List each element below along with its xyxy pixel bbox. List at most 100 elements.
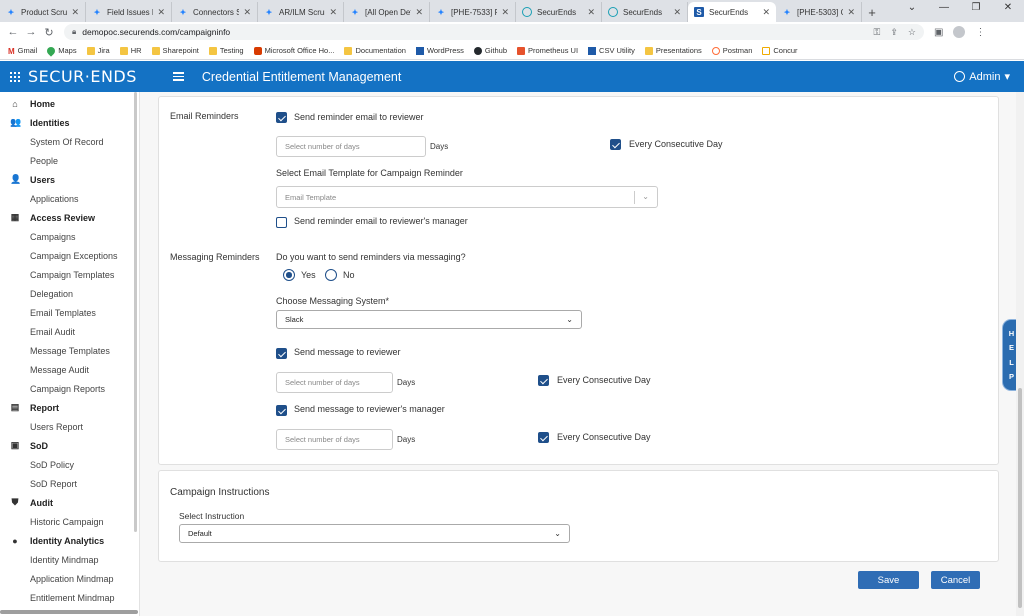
close-window-icon[interactable]: ✕ bbox=[992, 2, 1024, 13]
sidebar-item-application-mindmap[interactable]: Application Mindmap bbox=[0, 569, 139, 588]
close-tab-icon[interactable]: ✕ bbox=[847, 7, 855, 18]
sidebar-horizontal-scrollbar[interactable] bbox=[0, 610, 138, 614]
new-tab-button[interactable]: + bbox=[862, 2, 882, 22]
forward-arrow-icon[interactable]: → bbox=[22, 26, 40, 38]
browser-tab[interactable]: SecurEnds ✕ bbox=[516, 2, 602, 22]
instruction-select[interactable]: Default ⌄ bbox=[179, 524, 570, 543]
bookmark-item[interactable]: Prometheus UI bbox=[517, 46, 578, 55]
browser-tab[interactable]: ✦ Field Issues Ka ✕ bbox=[86, 2, 172, 22]
lock-icon[interactable]: 🔒︎ bbox=[72, 27, 76, 37]
sidebar-item-campaign-exceptions[interactable]: Campaign Exceptions bbox=[0, 246, 139, 265]
sidebar-item-entitlement-mindmap[interactable]: Entitlement Mindmap bbox=[0, 588, 139, 607]
close-tab-icon[interactable]: ✕ bbox=[762, 7, 770, 18]
bookmark-item[interactable]: Microsoft Office Ho... bbox=[253, 46, 334, 55]
reload-icon[interactable]: ↻ bbox=[40, 26, 58, 39]
close-tab-icon[interactable]: ✕ bbox=[501, 7, 509, 18]
star-icon[interactable]: ☆ bbox=[908, 27, 916, 38]
browser-tab[interactable]: ✦ Connectors Sc ✕ bbox=[172, 2, 258, 22]
bookmark-item[interactable]: Maps bbox=[45, 44, 77, 57]
sidebar-item-identity-mindmap[interactable]: Identity Mindmap bbox=[0, 550, 139, 569]
sidebar-item-report[interactable]: ▤ Report bbox=[0, 398, 139, 417]
close-tab-icon[interactable]: ✕ bbox=[415, 7, 423, 18]
hamburger-menu-icon[interactable] bbox=[172, 72, 184, 81]
close-tab-icon[interactable]: ✕ bbox=[243, 7, 251, 18]
reviewer-message-days-input[interactable]: Select number of days bbox=[276, 372, 393, 393]
profile-avatar[interactable] bbox=[953, 26, 966, 38]
browser-tab[interactable]: ✦ Product Scrum✕ bbox=[0, 2, 86, 22]
send-reviewer-email-checkbox[interactable] bbox=[276, 112, 287, 123]
sidepanel-icon[interactable]: ▣ bbox=[934, 27, 943, 38]
bookmark-item[interactable]: Jira bbox=[86, 46, 110, 55]
restore-icon[interactable]: ❐ bbox=[960, 2, 992, 13]
sidebar-item-message-templates[interactable]: Message Templates bbox=[0, 341, 139, 360]
reviewer-message-every-day-checkbox[interactable] bbox=[538, 375, 549, 386]
sidebar-item-campaigns[interactable]: Campaigns bbox=[0, 227, 139, 246]
minimize-icon[interactable]: — bbox=[928, 2, 960, 13]
url-input[interactable]: 🔒︎ demopoc.securends.com/campaigninfo ⚿ … bbox=[64, 24, 924, 40]
send-reviewer-message-checkbox[interactable] bbox=[276, 348, 287, 359]
sidebar-item-historic-campaign[interactable]: Historic Campaign bbox=[0, 512, 139, 531]
bookmark-item[interactable]: Testing bbox=[208, 46, 244, 55]
cancel-button[interactable]: Cancel bbox=[931, 571, 980, 589]
sidebar-item-sod-policy[interactable]: SoD Policy bbox=[0, 455, 139, 474]
email-template-dropdown[interactable]: Email Template ⌄ bbox=[276, 186, 658, 208]
sidebar-item-users-report[interactable]: Users Report bbox=[0, 417, 139, 436]
apps-grid-icon[interactable] bbox=[10, 71, 20, 82]
close-tab-icon[interactable]: ✕ bbox=[71, 7, 79, 18]
sidebar-scrollbar[interactable] bbox=[134, 92, 137, 532]
browser-tab[interactable]: ✦ [PHE-5303] Cr ✕ bbox=[776, 2, 862, 22]
bookmark-item[interactable]: M Gmail bbox=[8, 46, 37, 56]
bookmark-item[interactable]: HR bbox=[119, 46, 142, 55]
sidebar-item-applications[interactable]: Applications bbox=[0, 189, 139, 208]
manager-message-days-input[interactable]: Select number of days bbox=[276, 429, 393, 450]
sidebar-item-sod[interactable]: ▣ SoD bbox=[0, 436, 139, 455]
sidebar-item-identities[interactable]: 👥 Identities bbox=[0, 113, 139, 132]
close-tab-icon[interactable]: ✕ bbox=[673, 7, 681, 18]
share-icon[interactable]: ⇪ bbox=[890, 27, 898, 38]
browser-tab[interactable]: ✦ AR/ILM Scrum ✕ bbox=[258, 2, 344, 22]
sidebar-item-users[interactable]: 👤 Users bbox=[0, 170, 139, 189]
sidebar-item-audit[interactable]: ⛊ Audit bbox=[0, 493, 139, 512]
messaging-system-select[interactable]: Slack ⌄ bbox=[276, 310, 582, 329]
sidebar-item-email-audit[interactable]: Email Audit bbox=[0, 322, 139, 341]
back-arrow-icon[interactable]: ← bbox=[4, 26, 22, 38]
bookmark-item[interactable]: Documentation bbox=[344, 46, 406, 55]
sidebar-item-system-of-record[interactable]: System Of Record bbox=[0, 132, 139, 151]
send-manager-message-checkbox[interactable] bbox=[276, 405, 287, 416]
save-button[interactable]: Save bbox=[858, 571, 919, 589]
menu-dots-icon[interactable]: ⋮ bbox=[975, 27, 985, 38]
admin-menu[interactable]: Admin ▾ bbox=[954, 70, 1010, 83]
messaging-yes-radio[interactable] bbox=[283, 269, 295, 281]
sidebar-item-campaign-templates[interactable]: Campaign Templates bbox=[0, 265, 139, 284]
manager-message-every-day-checkbox[interactable] bbox=[538, 432, 549, 443]
chevron-down-icon[interactable]: ⌄ bbox=[896, 2, 928, 13]
sidebar-item-people[interactable]: People bbox=[0, 151, 139, 170]
bookmark-item[interactable]: Postman bbox=[711, 46, 752, 55]
close-tab-icon[interactable]: ✕ bbox=[587, 7, 595, 18]
browser-tab[interactable]: ✦ [All Open Def ✕ bbox=[344, 2, 430, 22]
close-tab-icon[interactable]: ✕ bbox=[157, 7, 165, 18]
page-scrollbar-thumb[interactable] bbox=[1018, 388, 1022, 608]
email-days-input[interactable]: Select number of days bbox=[276, 136, 426, 157]
browser-tab[interactable]: SecurEnds ✕ bbox=[602, 2, 688, 22]
email-every-day-checkbox[interactable] bbox=[610, 139, 621, 150]
bookmark-item[interactable]: Sharepoint bbox=[151, 46, 199, 55]
sidebar-item-home[interactable]: ⌂ Home bbox=[0, 94, 139, 113]
send-manager-email-checkbox[interactable] bbox=[276, 217, 287, 228]
key-icon[interactable]: ⚿ bbox=[874, 27, 881, 38]
bookmark-item[interactable]: Github bbox=[473, 46, 507, 55]
browser-tab[interactable]: ✦ [PHE-7533] Pu ✕ bbox=[430, 2, 516, 22]
page-scrollbar[interactable] bbox=[1016, 92, 1024, 616]
bookmark-item[interactable]: Presentations bbox=[644, 46, 702, 55]
sidebar-item-campaign-reports[interactable]: Campaign Reports bbox=[0, 379, 139, 398]
bookmark-item[interactable]: CSV Utility bbox=[588, 46, 635, 55]
sidebar-item-delegation[interactable]: Delegation bbox=[0, 284, 139, 303]
sidebar-item-identity-analytics[interactable]: ● Identity Analytics bbox=[0, 531, 139, 550]
sidebar-item-sod-report[interactable]: SoD Report bbox=[0, 474, 139, 493]
sidebar-item-access-review[interactable]: ▦ Access Review bbox=[0, 208, 139, 227]
close-tab-icon[interactable]: ✕ bbox=[329, 7, 337, 18]
messaging-no-radio[interactable] bbox=[325, 269, 337, 281]
sidebar-item-email-templates[interactable]: Email Templates bbox=[0, 303, 139, 322]
browser-tab[interactable]: S SecurEnds ✕ bbox=[688, 2, 776, 22]
bookmark-item[interactable]: Concur bbox=[762, 46, 798, 55]
